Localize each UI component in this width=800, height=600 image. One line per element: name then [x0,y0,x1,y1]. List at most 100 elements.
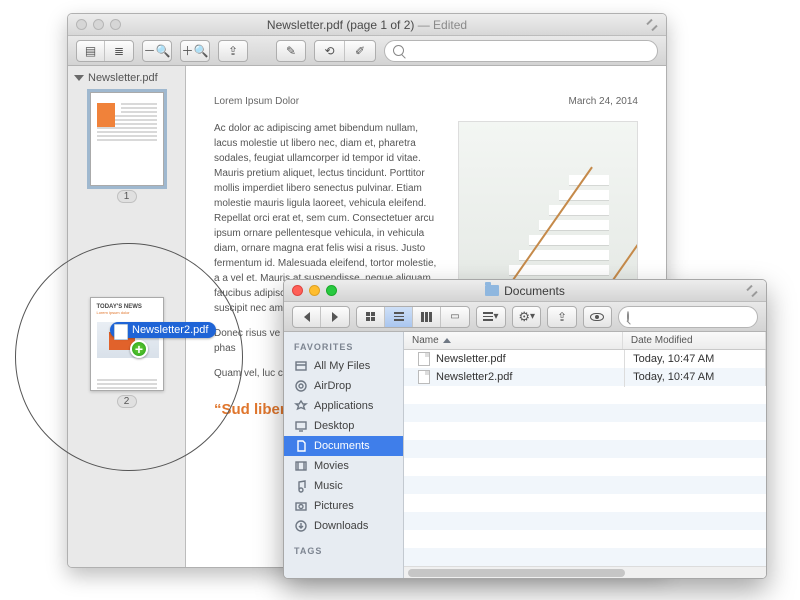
title-page: (page 1 of 2) [346,18,414,32]
zoom-icon[interactable] [110,19,121,30]
document-icon [114,324,128,340]
all-my-files-icon [294,359,308,373]
doc-header-left: Lorem Ipsum Dolor [214,96,299,107]
arrange-button[interactable]: ▾ [477,307,505,327]
pictures-icon [294,499,308,513]
minimize-icon[interactable] [93,19,104,30]
finder-toolbar: ▭ ▾ ⚙▾ ⇪ [284,302,766,332]
sidebar-section-tags: TAGS [284,542,403,560]
sidebar-item-label: Documents [314,440,370,452]
sidebar-header[interactable]: Newsletter.pdf [68,72,185,88]
preview-search-input[interactable] [408,45,649,57]
preview-titlebar[interactable]: Newsletter.pdf (page 1 of 2) — Edited [68,14,666,36]
file-date: Today, 10:47 AM [625,350,766,368]
nav-group[interactable] [292,306,350,328]
sidebar-section-favorites: FAVORITES [284,338,403,356]
sidebar-item-all-my-files[interactable]: All My Files [284,356,403,376]
file-date: Today, 10:47 AM [625,368,766,386]
view-continuous-button[interactable]: ≣ [105,41,133,61]
horizontal-scrollbar[interactable] [404,566,766,578]
list-view-button[interactable] [385,307,413,327]
thumbnail-page-1[interactable]: 1 [90,92,164,203]
sidebar-item-label: Applications [314,400,373,412]
document-icon [418,370,430,384]
file-name: Newsletter2.pdf [436,371,512,383]
fullscreen-icon[interactable] [646,19,658,31]
close-icon[interactable] [292,285,303,296]
finder-file-list[interactable]: Name Date Modified Newsletter.pdf Today,… [404,332,766,578]
column-date-label: Date Modified [631,335,693,346]
drag-file-badge[interactable]: Newsletter2.pdf [110,322,216,338]
sidebar-item-pictures[interactable]: Pictures [284,496,403,516]
close-icon[interactable] [76,19,87,30]
thumbnail-page-2[interactable]: TODAY'S NEWS Lorem ipsum dolor 2 [90,297,164,408]
sidebar-item-label: All My Files [314,360,370,372]
finder-search-input[interactable] [633,311,767,323]
icon-view-button[interactable] [357,307,385,327]
sidebar-item-desktop[interactable]: Desktop [284,416,403,436]
sidebar-item-downloads[interactable]: Downloads [284,516,403,536]
column-name[interactable]: Name [404,332,623,349]
sidebar-item-applications[interactable]: Applications [284,396,403,416]
arrange-group[interactable]: ▾ [476,306,506,328]
quicklook-button[interactable] [583,306,612,328]
zoom-in-button[interactable]: ＋🔍 [180,40,210,62]
view-thumbnails-button[interactable]: ▤ [77,41,105,61]
title-doc: Newsletter.pdf [267,18,343,32]
sidebar-item-music[interactable]: Music [284,476,403,496]
view-mode-group[interactable]: ▤ ≣ [76,40,134,62]
title-status: — Edited [418,18,467,32]
minimize-icon[interactable] [309,285,320,296]
coverflow-view-button[interactable]: ▭ [441,307,469,327]
forward-button[interactable] [321,307,349,327]
thumb2-headline: TODAY'S NEWS [91,298,163,310]
finder-search[interactable] [618,306,758,328]
column-view-button[interactable] [413,307,441,327]
thumbnail-sidebar[interactable]: Newsletter.pdf 1 TODAY'S NEWS Lorem ipsu… [68,66,186,567]
window-controls[interactable] [76,19,121,30]
zoom-icon[interactable] [326,285,337,296]
search-icon [393,45,404,56]
highlight-button[interactable]: ✎ [276,40,306,62]
sidebar-title: Newsletter.pdf [88,72,158,84]
disclosure-triangle-icon[interactable] [74,75,84,81]
share-button[interactable]: ⇪ [547,306,576,328]
music-icon [294,479,308,493]
zoom-out-button[interactable]: －🔍 [142,40,172,62]
sidebar-item-label: Movies [314,460,349,472]
rotate-button[interactable]: ⟲ [315,41,345,61]
file-row[interactable]: Newsletter2.pdf Today, 10:47 AM [404,368,766,386]
share-button[interactable]: ⇪ [218,40,248,62]
folder-icon [485,285,499,296]
sidebar-item-label: AirDrop [314,380,351,392]
sidebar-item-label: Desktop [314,420,354,432]
finder-titlebar[interactable]: Documents [284,280,766,302]
downloads-icon [294,519,308,533]
sidebar-item-movies[interactable]: Movies [284,456,403,476]
sidebar-item-label: Downloads [314,520,368,532]
window-controls[interactable] [292,285,337,296]
applications-icon [294,399,308,413]
fullscreen-icon[interactable] [746,285,758,297]
search-icon [627,311,629,322]
annotate-group[interactable]: ⟲ ✐ [314,40,376,62]
file-row[interactable]: Newsletter.pdf Today, 10:47 AM [404,350,766,368]
column-name-label: Name [412,335,439,346]
markup-button[interactable]: ✐ [345,41,375,61]
doc-header-right: March 24, 2014 [569,96,639,107]
thumbnail-number: 2 [117,395,137,408]
drag-file-label: Newsletter2.pdf [132,324,208,336]
sidebar-item-label: Music [314,480,343,492]
preview-search[interactable] [384,40,658,62]
back-button[interactable] [293,307,321,327]
column-date-modified[interactable]: Date Modified [623,332,766,349]
view-group[interactable]: ▭ [356,306,470,328]
sort-ascending-icon [443,338,451,343]
desktop-icon [294,419,308,433]
list-header[interactable]: Name Date Modified [404,332,766,350]
sidebar-item-airdrop[interactable]: AirDrop [284,376,403,396]
scrollbar-thumb[interactable] [408,569,625,577]
sidebar-item-documents[interactable]: Documents [284,436,403,456]
action-button[interactable]: ⚙▾ [512,306,541,328]
finder-sidebar[interactable]: FAVORITES All My Files AirDrop Applicati… [284,332,404,578]
